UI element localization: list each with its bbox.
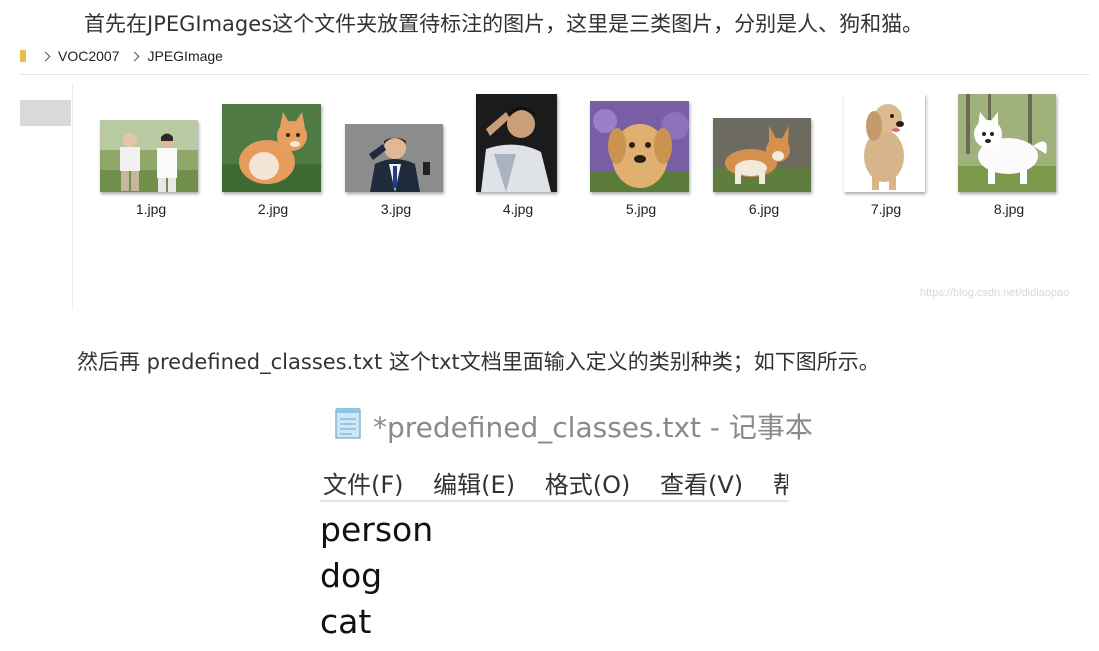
nav-pane-divider [72,84,73,310]
file-thumbnail-man-phone [345,124,443,192]
file-explorer-window: VOC2007 JPEGImage 1.jpg 2.jpg 3.jpg 4.jp… [0,40,1099,312]
thumbnail-7[interactable] [844,94,925,192]
breadcrumb-item-jpegimage[interactable]: JPEGImage [147,48,222,64]
address-bar-divider [20,74,1090,75]
file-thumbnail-golden-puppy [590,101,689,192]
nav-pane-selected-item[interactable] [20,100,71,126]
thumbnail-4[interactable] [476,94,557,192]
notepad-menu-bar: 文件(F) 编辑(E) 格式(O) 查看(V) 帮助(H) [323,465,788,499]
file-thumbnail-man-portrait [476,94,557,192]
file-name-4[interactable]: 4.jpg [473,201,563,217]
class-line-person: person [320,510,434,549]
menu-item-format[interactable]: 格式(O) [545,471,631,499]
file-thumbnail-spaniel [844,94,925,192]
thumbnail-1[interactable] [100,120,198,192]
file-name-5[interactable]: 5.jpg [596,201,686,217]
thumbnail-2[interactable] [222,104,321,192]
thumbnail-8[interactable] [958,94,1056,192]
menu-item-file[interactable]: 文件(F) [323,471,404,499]
menu-item-view[interactable]: 查看(V) [660,471,743,499]
watermark: https://blog.csdn.net/didiaopao [920,287,1070,299]
file-name-2[interactable]: 2.jpg [228,201,318,217]
breadcrumb-item-voc2007[interactable]: VOC2007 [58,48,119,64]
article-paragraph-1: 首先在JPEGImages这个文件夹放置待标注的图片，这里是三类图片，分别是人、… [84,12,924,36]
file-thumbnail-corgi [713,118,811,192]
file-name-8[interactable]: 8.jpg [964,201,1054,217]
file-name-7[interactable]: 7.jpg [841,201,931,217]
menu-item-help[interactable]: 帮助(H) [773,471,788,499]
class-line-cat: cat [320,602,372,641]
thumbnail-3[interactable] [345,124,443,192]
chevron-right-icon [40,51,51,61]
file-name-1[interactable]: 1.jpg [106,201,196,217]
class-line-dog: dog [320,556,383,595]
article-paragraph-2: 然后再 predefined_classes.txt 这个txt文档里面输入定义… [77,350,880,374]
thumbnail-6[interactable] [713,118,811,192]
notepad-window-title: *predefined_classes.txt - 记事本 [373,411,813,444]
menu-item-edit[interactable]: 编辑(E) [433,471,515,499]
notepad-text-area[interactable]: person dog cat [320,507,433,645]
file-name-6[interactable]: 6.jpg [719,201,809,217]
menu-bar-border [320,500,788,502]
file-thumbnail-couple [100,120,198,192]
notepad-icon [333,406,363,440]
file-name-3[interactable]: 3.jpg [351,201,441,217]
file-thumbnail-kitten [222,104,321,192]
chevron-right-icon [130,51,140,61]
folder-icon [20,50,26,62]
file-thumbnail-samoyed [958,94,1056,192]
thumbnail-5[interactable] [590,101,689,192]
breadcrumb: VOC2007 JPEGImage [20,46,223,66]
